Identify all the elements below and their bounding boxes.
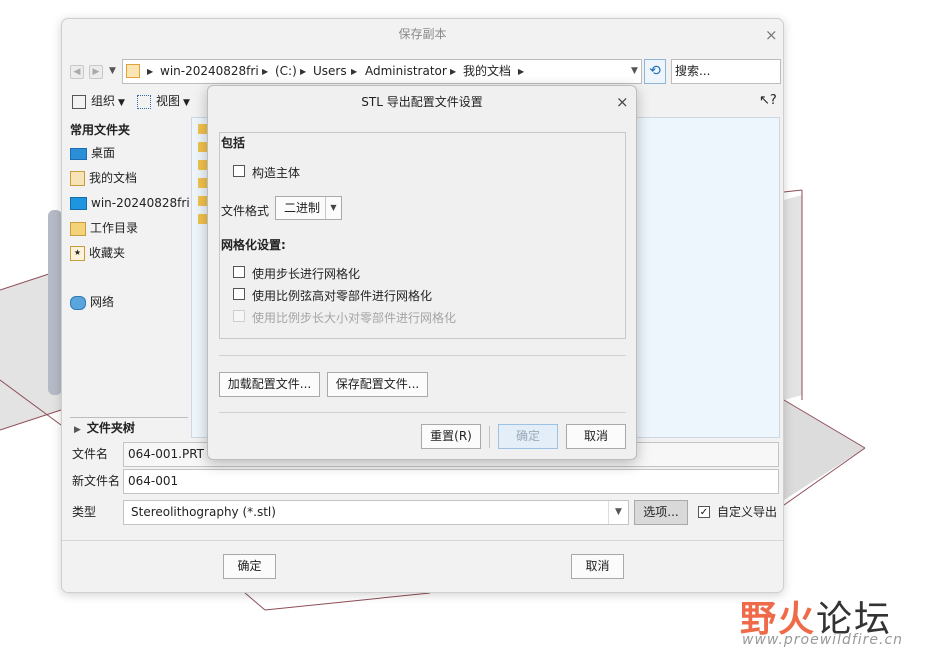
chevron-right-icon[interactable]: ▶ bbox=[351, 60, 357, 83]
stl-ok-button: 确定 bbox=[498, 424, 558, 449]
sidebar-item-documents[interactable]: 我的文档 bbox=[70, 168, 137, 188]
file-format-select[interactable]: 二进制 ▼ bbox=[275, 196, 342, 220]
favorites-star-icon: ★ bbox=[70, 246, 85, 261]
view-grid-icon bbox=[137, 94, 151, 109]
mesh-settings-heading: 网格化设置: bbox=[221, 238, 286, 252]
divider bbox=[489, 426, 490, 448]
expand-triangle-icon: ▶ bbox=[74, 425, 81, 435]
divider bbox=[62, 540, 783, 541]
sidebar-item-label: 我的文档 bbox=[89, 171, 138, 185]
sidebar-item-label: 收藏夹 bbox=[89, 246, 126, 260]
network-icon bbox=[70, 295, 86, 310]
ok-button[interactable]: 确定 bbox=[223, 554, 276, 579]
save-config-button[interactable]: 保存配置文件... bbox=[327, 372, 428, 397]
chevron-down-icon: ▼ bbox=[183, 98, 190, 108]
search-input[interactable]: 搜索... bbox=[671, 59, 781, 84]
custom-export-checkbox[interactable]: ✓ bbox=[698, 506, 710, 518]
type-select[interactable]: Stereolithography (*.stl) ▼ bbox=[123, 500, 629, 525]
load-config-button[interactable]: 加载配置文件... bbox=[219, 372, 320, 397]
type-label: 类型 bbox=[72, 505, 97, 519]
breadcrumb-documents[interactable]: 我的文档 bbox=[463, 60, 511, 83]
view-menu[interactable]: 视图 ▼ bbox=[137, 91, 190, 111]
stl-export-settings-dialog: STL 导出配置文件设置 × 包括 构造主体 文件格式 二进制 ▼ 网格化设置:… bbox=[207, 85, 637, 460]
options-button[interactable]: 选项... bbox=[634, 500, 688, 525]
sidebar-item-working-dir[interactable]: 工作目录 bbox=[70, 218, 138, 238]
chevron-down-icon[interactable]: ▼ bbox=[608, 501, 628, 524]
breadcrumb-computer[interactable]: win-20240828fri bbox=[160, 60, 259, 83]
close-icon[interactable]: × bbox=[765, 27, 778, 43]
divider bbox=[219, 412, 626, 413]
close-icon[interactable]: × bbox=[616, 94, 629, 110]
desktop-icon bbox=[70, 147, 87, 160]
file-format-label: 文件格式 bbox=[221, 204, 270, 218]
watermark-url: www.proewildfire.cn bbox=[742, 632, 904, 648]
sidebar-item-favorites[interactable]: ★ 收藏夹 bbox=[70, 243, 125, 263]
new-name-input[interactable]: 064-001 bbox=[123, 469, 779, 494]
organize-label: 组织 bbox=[91, 94, 116, 108]
mesh-step-checkbox[interactable] bbox=[233, 266, 245, 278]
favorites-header: 常用文件夹 bbox=[70, 123, 131, 137]
folder-tree-label: 文件夹树 bbox=[86, 421, 135, 435]
sidebar-item-network[interactable]: 网络 bbox=[70, 292, 114, 312]
reset-button[interactable]: 重置(R) bbox=[421, 424, 481, 449]
stl-cancel-button[interactable]: 取消 bbox=[566, 424, 626, 449]
sidebar-item-label: win-20240828fri bbox=[91, 196, 190, 210]
organize-menu[interactable]: 组织 ▼ bbox=[72, 91, 125, 111]
view-label: 视图 bbox=[156, 94, 181, 108]
sidebar-item-desktop[interactable]: 桌面 bbox=[70, 143, 115, 163]
computer-icon bbox=[70, 197, 87, 210]
address-bar[interactable]: ▶ win-20240828fri ▶ (C:) ▶ Users ▶ Admin… bbox=[122, 59, 642, 84]
folder-tree-toggle[interactable]: ▶ 文件夹树 bbox=[70, 417, 188, 437]
mesh-chord-label: 使用比例弦高对零部件进行网格化 bbox=[252, 289, 433, 303]
history-dropdown-icon[interactable]: ▼ bbox=[109, 66, 116, 76]
sidebar-item-computer[interactable]: win-20240828fri bbox=[70, 193, 190, 213]
chevron-right-icon[interactable]: ▶ bbox=[300, 60, 306, 83]
new-name-label: 新文件名 bbox=[72, 474, 121, 488]
cursor-icon: ↖ bbox=[759, 93, 770, 108]
file-name-label: 文件名 bbox=[72, 447, 109, 461]
custom-export-label: 自定义导出 bbox=[717, 505, 778, 519]
documents-icon bbox=[70, 171, 85, 186]
chevron-right-icon[interactable]: ▶ bbox=[262, 60, 268, 83]
mesh-step-label: 使用步长进行网格化 bbox=[252, 267, 361, 281]
sidebar-item-label: 桌面 bbox=[91, 146, 116, 160]
stl-dialog-title: STL 导出配置文件设置 bbox=[361, 95, 483, 109]
location-icon bbox=[126, 64, 140, 78]
sidebar-item-label: 网络 bbox=[90, 295, 115, 309]
cancel-button[interactable]: 取消 bbox=[571, 554, 624, 579]
chevron-right-icon[interactable]: ▶ bbox=[518, 60, 524, 83]
help-label: ? bbox=[769, 93, 777, 108]
chevron-right-icon[interactable]: ▶ bbox=[147, 60, 153, 83]
back-arrow-icon[interactable]: ◀ bbox=[70, 65, 84, 79]
build-body-label: 构造主体 bbox=[252, 166, 301, 180]
file-format-value: 二进制 bbox=[284, 201, 321, 215]
chevron-down-icon: ▼ bbox=[118, 98, 125, 108]
breadcrumb-users[interactable]: Users bbox=[313, 60, 347, 83]
build-body-checkbox[interactable] bbox=[233, 165, 245, 177]
mesh-step-size-checkbox bbox=[233, 310, 245, 322]
breadcrumb-drive[interactable]: (C:) bbox=[275, 60, 297, 83]
organize-icon bbox=[72, 94, 86, 109]
forward-arrow-icon[interactable]: ▶ bbox=[89, 65, 103, 79]
type-value: Stereolithography (*.stl) bbox=[131, 505, 276, 519]
address-dropdown-icon[interactable]: ▼ bbox=[631, 66, 638, 76]
refresh-icon[interactable]: ⟲ bbox=[644, 59, 666, 84]
sidebar-item-label: 工作目录 bbox=[90, 221, 139, 235]
chevron-down-icon[interactable]: ▼ bbox=[325, 197, 341, 219]
mesh-step-size-label: 使用比例步长大小对零部件进行网格化 bbox=[252, 311, 457, 325]
help-cursor-icon[interactable]: ↖? bbox=[759, 91, 777, 111]
breadcrumb-administrator[interactable]: Administrator bbox=[365, 60, 447, 83]
include-heading: 包括 bbox=[221, 136, 246, 150]
mesh-chord-checkbox[interactable] bbox=[233, 288, 245, 300]
dialog-title: 保存副本 bbox=[398, 27, 447, 41]
divider bbox=[219, 355, 626, 356]
working-folder-icon bbox=[70, 221, 86, 236]
chevron-right-icon[interactable]: ▶ bbox=[450, 60, 456, 83]
checkmark-icon: ✓ bbox=[699, 507, 709, 518]
